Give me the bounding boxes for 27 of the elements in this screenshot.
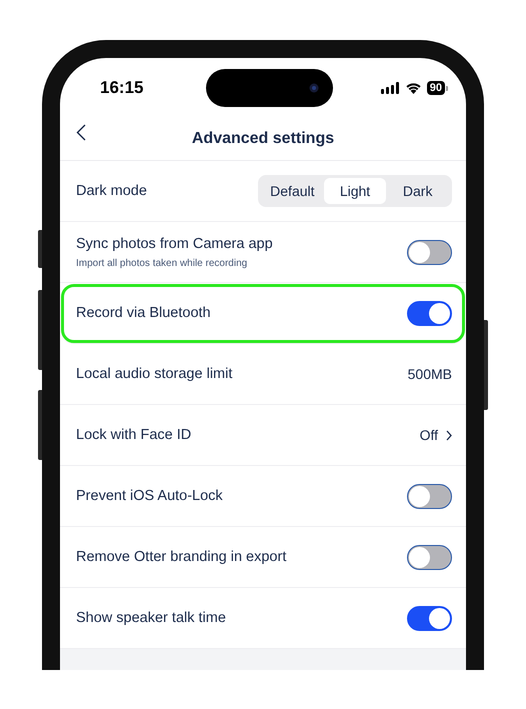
signal-icon — [380, 82, 400, 94]
wifi-icon — [404, 82, 422, 94]
camera-icon — [308, 83, 319, 93]
segment-option[interactable]: Dark — [386, 178, 450, 204]
setting-label: Prevent iOS Auto-Lock — [76, 488, 223, 504]
setting-description: Import all photos taken while recording — [76, 258, 248, 268]
toggle-switch[interactable] — [407, 544, 452, 570]
setting-label: Record via Bluetooth — [76, 305, 211, 321]
toggle-switch[interactable] — [407, 484, 452, 508]
setting-label: Dark mode — [76, 183, 147, 199]
setting-value: 500MB — [408, 366, 452, 382]
segment-option[interactable]: Default — [261, 178, 324, 204]
chevron-right-icon[interactable] — [446, 430, 452, 440]
setting-label: Lock with Face ID — [76, 427, 192, 443]
status-time: 16:15 — [100, 78, 144, 98]
setting-label: Show speaker talk time — [76, 610, 226, 626]
setting-label: Sync photos from Camera app — [76, 236, 273, 252]
toggle-switch[interactable] — [407, 606, 452, 630]
screen-title: Advanced settings — [192, 130, 334, 148]
segment-option[interactable]: Light — [324, 178, 386, 204]
setting-label: Remove Otter branding in export — [76, 549, 286, 565]
setting-value: Off — [420, 427, 438, 443]
setting-label: Local audio storage limit — [76, 366, 232, 382]
back-icon[interactable] — [76, 124, 86, 141]
toggle-switch[interactable] — [407, 240, 452, 264]
battery-level: 90 — [426, 81, 445, 95]
toggle-switch[interactable] — [407, 300, 452, 326]
